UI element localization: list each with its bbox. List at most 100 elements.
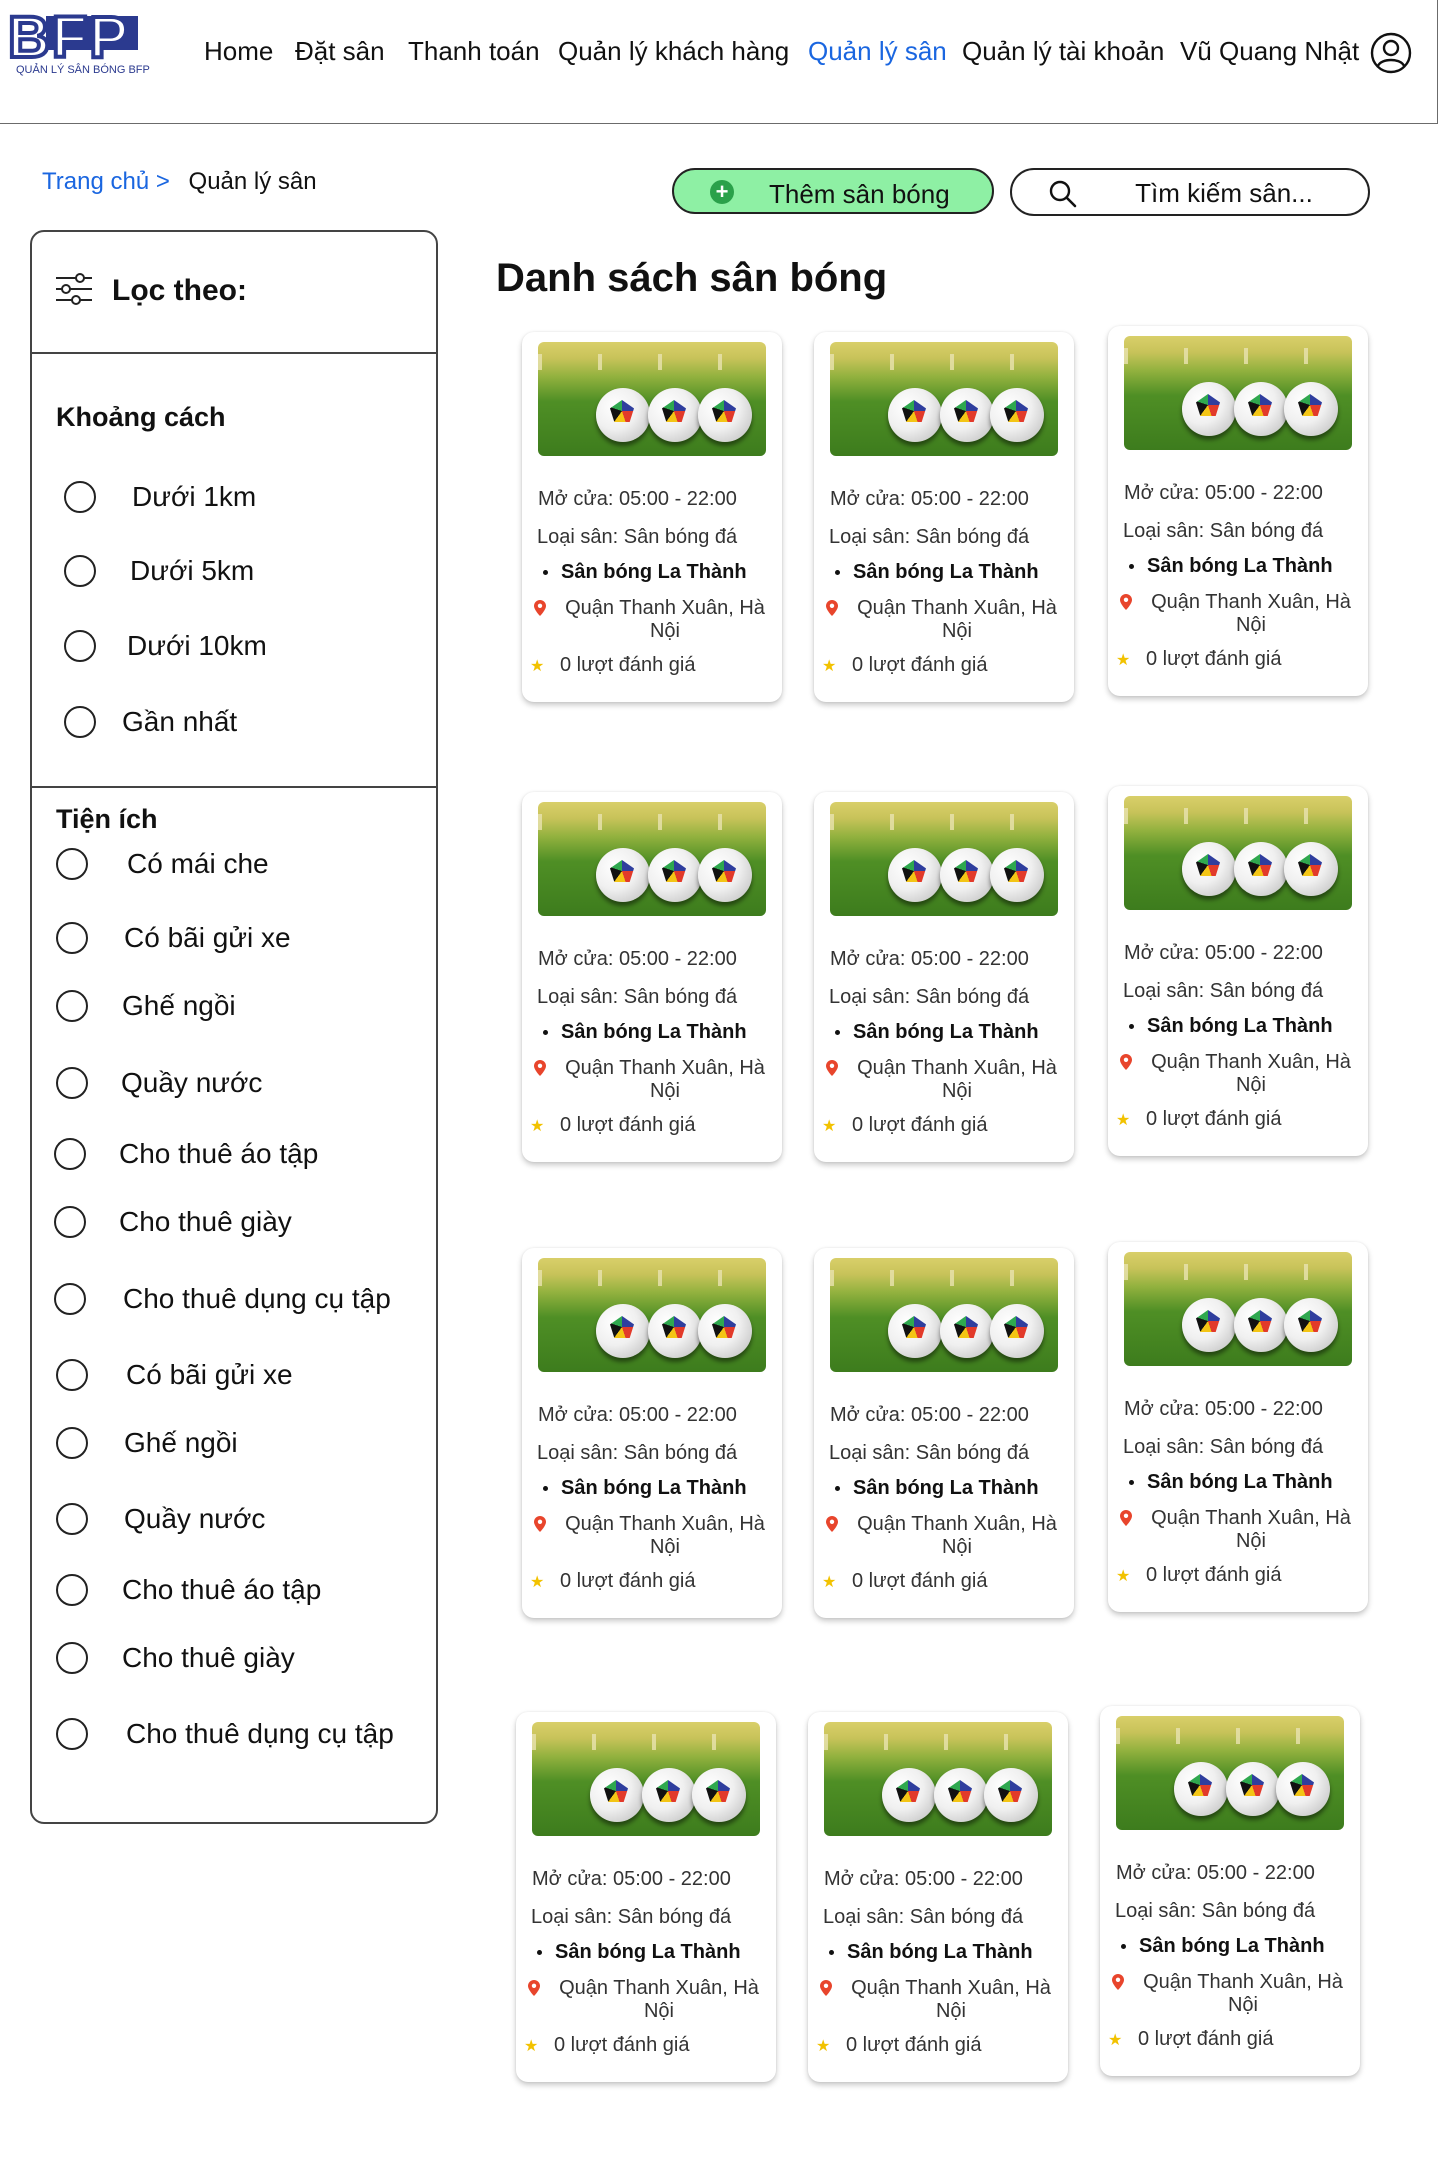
nav-home[interactable]: Home [204, 36, 273, 67]
field-name[interactable]: Sân bóng La Thành [830, 1021, 1090, 1044]
option-label: Cho thuê áo tập [122, 1574, 322, 1605]
field-card[interactable]: Mở cửa: 05:00 - 22:00 Loại sân: Sân bóng… [1108, 786, 1368, 1156]
field-image [1124, 796, 1352, 910]
field-name[interactable]: Sân bóng La Thành [830, 1477, 1090, 1500]
field-card[interactable]: Mở cửa: 05:00 - 22:00 Loại sân: Sân bóng… [1100, 1706, 1360, 2076]
field-card[interactable]: Mở cửa: 05:00 - 22:00 Loại sân: Sân bóng… [814, 1248, 1074, 1618]
field-name[interactable]: Sân bóng La Thành [538, 1477, 798, 1500]
field-image-ball [1284, 842, 1338, 896]
field-image-ball [1182, 382, 1236, 436]
field-image-ball [1234, 842, 1288, 896]
field-name[interactable]: Sân bóng La Thành [538, 561, 798, 584]
radio-button[interactable] [56, 1718, 88, 1750]
field-card[interactable]: Mở cửa: 05:00 - 22:00 Loại sân: Sân bóng… [1108, 326, 1368, 696]
radio-button[interactable] [56, 922, 88, 954]
field-address: Quận Thanh Xuân, Hà Nội [565, 1513, 765, 1558]
opening-hours: Mở cửa: 05:00 - 22:00 [538, 488, 737, 510]
field-image-ball [888, 388, 942, 442]
field-name[interactable]: Sân bóng La Thành [824, 1941, 1084, 1964]
bullet-icon [537, 1950, 542, 1956]
field-name-text: Sân bóng La Thành [1147, 1471, 1333, 1493]
radio-button[interactable] [64, 706, 96, 738]
option-label: Cho thuê dụng cụ tập [126, 1718, 394, 1749]
field-name[interactable]: Sân bóng La Thành [1124, 1015, 1384, 1038]
radio-button[interactable] [56, 1427, 88, 1459]
field-image-ball [648, 1304, 702, 1358]
field-card[interactable]: Mở cửa: 05:00 - 22:00 Loại sân: Sân bóng… [522, 332, 782, 702]
search-input[interactable] [1092, 176, 1356, 210]
nav-account-management[interactable]: Quản lý tài khoản [962, 36, 1164, 67]
field-image [830, 342, 1058, 456]
field-name-text: Sân bóng La Thành [1139, 1935, 1325, 1957]
field-name[interactable]: Sân bóng La Thành [1116, 1935, 1376, 1958]
nav-payment[interactable]: Thanh toán [408, 36, 540, 67]
star-icon: ★ [1116, 652, 1131, 669]
field-card[interactable]: Mở cửa: 05:00 - 22:00 Loại sân: Sân bóng… [522, 792, 782, 1162]
nav-field-management[interactable]: Quản lý sân [808, 36, 947, 67]
radio-button[interactable] [56, 1067, 88, 1099]
field-name[interactable]: Sân bóng La Thành [1124, 1471, 1384, 1494]
field-name[interactable]: Sân bóng La Thành [532, 1941, 792, 1964]
list-title: Danh sách sân bóng [496, 256, 888, 300]
radio-button[interactable] [56, 1642, 88, 1674]
star-icon: ★ [822, 1118, 837, 1135]
field-image [824, 1722, 1052, 1836]
field-card[interactable]: Mở cửa: 05:00 - 22:00 Loại sân: Sân bóng… [516, 1712, 776, 2082]
add-field-button[interactable]: + Thêm sân bóng [672, 168, 994, 214]
option-label: Có bãi gửi xe [124, 922, 291, 953]
distance-section-title: Khoảng cách [56, 402, 226, 432]
bullet-icon [835, 570, 840, 576]
field-image-fence [830, 354, 1058, 370]
field-card[interactable]: Mở cửa: 05:00 - 22:00 Loại sân: Sân bóng… [814, 792, 1074, 1162]
nav-user-name[interactable]: Vũ Quang Nhật [1180, 36, 1359, 67]
field-address: Quận Thanh Xuân, Hà Nội [1143, 1971, 1343, 2016]
field-image-ball [596, 1304, 650, 1358]
radio-button[interactable] [56, 990, 88, 1022]
field-image-ball [1276, 1762, 1330, 1816]
field-name[interactable]: Sân bóng La Thành [538, 1021, 798, 1044]
rating-count: 0 lượt đánh giá [846, 2034, 982, 2056]
field-card[interactable]: Mở cửa: 05:00 - 22:00 Loại sân: Sân bóng… [814, 332, 1074, 702]
search-box[interactable] [1010, 168, 1370, 216]
radio-button[interactable] [56, 1574, 88, 1606]
rating-count: 0 lượt đánh giá [1146, 1108, 1282, 1130]
radio-button[interactable] [56, 848, 88, 880]
breadcrumb-home-link[interactable]: Trang chủ > [42, 168, 170, 195]
star-icon: ★ [822, 1574, 837, 1591]
filter-panel: Lọc theo: Khoảng cách Dưới 1km Dưới 5km … [30, 230, 438, 1824]
field-image-ball [1234, 1298, 1288, 1352]
field-image-ball [940, 388, 994, 442]
nav-booking[interactable]: Đặt sân [295, 36, 385, 67]
logo[interactable]: BFP QUẢN LÝ SÂN BÓNG BFP [6, 3, 156, 90]
field-image-ball [1174, 1762, 1228, 1816]
radio-button[interactable] [56, 1503, 88, 1535]
field-address: Quận Thanh Xuân, Hà Nội [1151, 1507, 1351, 1552]
radio-button[interactable] [64, 481, 96, 513]
field-image-fence [1124, 808, 1352, 824]
rating-count: 0 lượt đánh giá [560, 654, 696, 676]
radio-button[interactable] [54, 1283, 86, 1315]
field-card[interactable]: Mở cửa: 05:00 - 22:00 Loại sân: Sân bóng… [1108, 1242, 1368, 1612]
radio-button[interactable] [64, 555, 96, 587]
field-image-fence [538, 354, 766, 370]
field-type: Loại sân: Sân bóng đá [537, 1442, 738, 1464]
bullet-icon [1129, 1024, 1134, 1030]
radio-button[interactable] [54, 1138, 86, 1170]
option-label: Quầy nước [121, 1067, 263, 1098]
radio-button[interactable] [56, 1359, 88, 1391]
field-type: Loại sân: Sân bóng đá [1115, 1900, 1316, 1922]
bullet-icon [835, 1486, 840, 1492]
field-card[interactable]: Mở cửa: 05:00 - 22:00 Loại sân: Sân bóng… [808, 1712, 1068, 2082]
field-name[interactable]: Sân bóng La Thành [830, 561, 1090, 584]
breadcrumb: Trang chủ > Quản lý sân [42, 168, 317, 196]
field-card[interactable]: Mở cửa: 05:00 - 22:00 Loại sân: Sân bóng… [522, 1248, 782, 1618]
user-icon[interactable] [1370, 32, 1412, 74]
star-icon: ★ [1108, 2032, 1123, 2049]
bullet-icon [543, 1486, 548, 1492]
nav-customer-management[interactable]: Quản lý khách hàng [558, 36, 789, 67]
field-address: Quận Thanh Xuân, Hà Nội [857, 597, 1057, 642]
radio-button[interactable] [54, 1206, 86, 1238]
location-pin-icon [1112, 1974, 1124, 1990]
field-name[interactable]: Sân bóng La Thành [1124, 555, 1384, 578]
radio-button[interactable] [64, 630, 96, 662]
